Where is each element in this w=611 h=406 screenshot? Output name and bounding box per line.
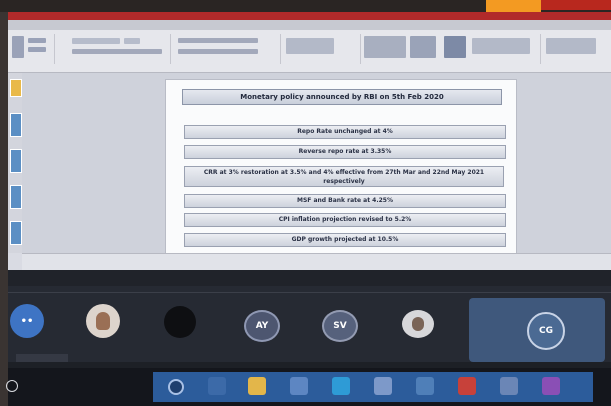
ribbon-divider xyxy=(52,34,55,64)
slide-thumbnail[interactable] xyxy=(10,79,22,97)
meeting-top-strip xyxy=(8,270,611,286)
font-format-icons[interactable] xyxy=(72,49,162,54)
ribbon-divider xyxy=(538,34,541,64)
text-direction-icons[interactable] xyxy=(286,38,334,54)
bullet-cpi: CPI inflation projection revised to 5.2% xyxy=(184,213,506,227)
divider xyxy=(8,292,611,293)
shape-format-icons[interactable] xyxy=(472,38,530,54)
folder-icon[interactable] xyxy=(248,377,266,395)
teams-icon[interactable] xyxy=(542,377,560,395)
participant-avatar-initials[interactable]: AY xyxy=(244,310,280,342)
clipboard-tool-icon[interactable] xyxy=(28,38,46,43)
slide-thumbnail[interactable] xyxy=(10,149,22,173)
arrange-icon[interactable] xyxy=(410,36,436,58)
ribbon-divider xyxy=(358,34,361,64)
search-icon[interactable] xyxy=(168,379,184,395)
notes-pane[interactable] xyxy=(22,253,611,271)
window-title-band xyxy=(8,12,611,20)
participant-avatar[interactable] xyxy=(86,304,120,338)
app-icon[interactable] xyxy=(374,377,392,395)
menu-bar[interactable] xyxy=(8,20,611,30)
slide-thumbnail[interactable] xyxy=(10,113,22,137)
bullet-reverse-repo: Reverse repo rate at 3.35% xyxy=(184,145,506,159)
app-icon[interactable] xyxy=(416,377,434,395)
participant-avatar-initials[interactable]: CG xyxy=(527,312,565,350)
ribbon-divider xyxy=(278,34,281,64)
participant-avatar[interactable] xyxy=(164,306,196,338)
red-logo-corner xyxy=(541,0,611,10)
app-icon[interactable] xyxy=(290,377,308,395)
participant-avatar-initials[interactable]: SV xyxy=(322,310,358,342)
powerpoint-icon[interactable] xyxy=(458,377,476,395)
shapes-gallery-icon[interactable] xyxy=(364,36,406,58)
paragraph-icons[interactable] xyxy=(178,38,258,43)
font-size-field[interactable] xyxy=(124,38,140,44)
bullet-gdp: GDP growth projected at 10.5% xyxy=(184,233,506,247)
left-bezel xyxy=(0,12,8,406)
ribbon-toolbar xyxy=(8,30,611,73)
camera-watermark-icon xyxy=(6,380,18,392)
current-slide[interactable]: Monetary policy announced by RBI on 5th … xyxy=(165,79,517,257)
quick-styles-icon[interactable] xyxy=(444,36,466,58)
browser-icon[interactable] xyxy=(332,377,350,395)
app-icon[interactable] xyxy=(500,377,518,395)
meeting-panel: •• AY SV CG xyxy=(8,270,611,368)
bullet-crr: CRR at 3% restoration at 3.5% and 4% eff… xyxy=(184,166,504,187)
slide-thumbnail-panel xyxy=(8,73,22,253)
slide-canvas: Monetary policy announced by RBI on 5th … xyxy=(22,73,611,257)
bullet-repo-rate: Repo Rate unchanged at 4% xyxy=(184,125,506,139)
font-name-field[interactable] xyxy=(72,38,120,44)
bullet-msf: MSF and Bank rate at 4.25% xyxy=(184,194,506,208)
presentation-window: Monetary policy announced by RBI on 5th … xyxy=(8,12,611,271)
participant-avatar[interactable] xyxy=(402,310,434,338)
taskbar xyxy=(8,368,611,406)
paste-icon[interactable] xyxy=(12,36,24,58)
more-options-icon[interactable]: •• xyxy=(10,304,44,338)
task-view-icon[interactable] xyxy=(208,377,226,395)
alignment-icons[interactable] xyxy=(178,49,258,54)
self-view-label xyxy=(16,354,68,362)
slide-thumbnail[interactable] xyxy=(10,221,22,245)
clipboard-tool-icon[interactable] xyxy=(28,47,46,52)
slide-title: Monetary policy announced by RBI on 5th … xyxy=(182,89,502,105)
ribbon-divider xyxy=(168,34,171,64)
editing-icons[interactable] xyxy=(546,38,596,54)
slide-thumbnail[interactable] xyxy=(10,185,22,209)
